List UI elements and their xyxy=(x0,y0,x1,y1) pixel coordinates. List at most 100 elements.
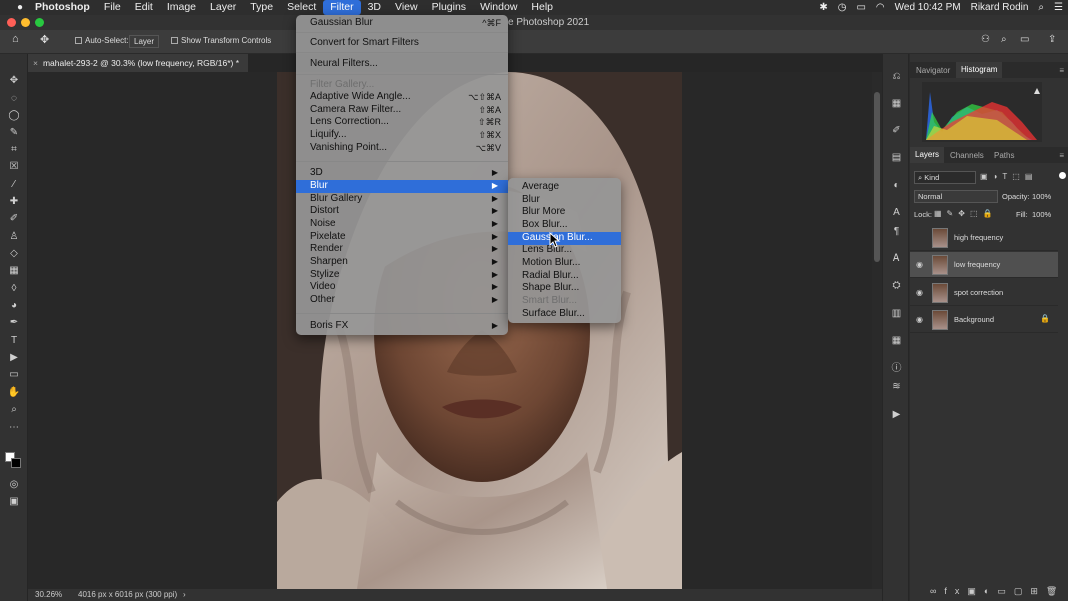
quick-mask-icon[interactable]: ◎ xyxy=(7,478,21,492)
hand-tool-icon[interactable]: ✋ xyxy=(7,386,21,400)
menu-item-surface-blur[interactable]: Surface Blur... xyxy=(508,308,621,321)
filter-toggle-icon[interactable] xyxy=(1059,172,1066,179)
clock-icon[interactable]: ◷ xyxy=(833,2,852,13)
home-icon[interactable]: ⌂ xyxy=(12,33,19,45)
menu-item-gaussian-blur[interactable]: Gaussian Blur... xyxy=(508,232,621,245)
glyphs-panel-icon[interactable]: Ꭺ xyxy=(890,252,903,265)
menu-item-radial-blur[interactable]: Radial Blur... xyxy=(508,270,621,283)
apple-icon[interactable]: ● xyxy=(13,2,27,13)
menu-item-blur-basic[interactable]: Blur xyxy=(508,194,621,207)
menu-window[interactable]: Window xyxy=(473,0,524,15)
eraser-tool-icon[interactable]: ◇ xyxy=(7,247,21,261)
menu-item-last-filter[interactable]: Gaussian Blur ^⌘F xyxy=(296,17,508,30)
opacity-value[interactable]: 100% xyxy=(1032,192,1051,201)
panel-menu-icon[interactable]: ≡ xyxy=(1059,66,1064,75)
search-icon[interactable]: ⌕ xyxy=(1001,34,1007,45)
fill-value[interactable]: 100% xyxy=(1032,210,1051,219)
tab-navigator[interactable]: Navigator xyxy=(916,66,950,75)
menu-item-neural-filters[interactable]: Neural Filters... xyxy=(296,58,508,71)
menu-item-video[interactable]: Video ▶ xyxy=(296,281,508,294)
zoom-tool-icon[interactable]: ⌕ xyxy=(7,403,21,417)
menu-image[interactable]: Image xyxy=(160,0,203,15)
info-panel-icon[interactable]: ⓘ xyxy=(890,362,903,375)
clock-text[interactable]: Wed 10:42 PM xyxy=(890,2,966,13)
layer-filter-icons[interactable]: ▣◑T⬚▤ xyxy=(980,172,1037,181)
tab-layers[interactable]: Layers xyxy=(910,147,945,163)
menu-item-motion-blur[interactable]: Motion Blur... xyxy=(508,257,621,270)
menu-plugins[interactable]: Plugins xyxy=(425,0,473,15)
path-select-icon[interactable]: ▶ xyxy=(7,351,21,365)
canvas-vertical-scrollbar[interactable] xyxy=(872,72,882,589)
menu-item-average[interactable]: Average xyxy=(508,181,621,194)
tab-histogram[interactable]: Histogram xyxy=(956,62,1003,78)
document-tab[interactable]: × mahalet-293-2 @ 30.3% (low frequency, R… xyxy=(28,54,248,72)
menu-item-boris-fx[interactable]: Boris FX ▶ xyxy=(296,320,508,333)
background-color-swatch[interactable] xyxy=(11,458,21,468)
move-tool-icon[interactable]: ✥ xyxy=(7,74,21,88)
menu-item-noise[interactable]: Noise ▶ xyxy=(296,218,508,231)
clone-stamp-icon[interactable]: ♙ xyxy=(7,230,21,244)
character-panel-icon[interactable]: A xyxy=(890,206,903,219)
menu-item-3d[interactable]: 3D ▶ xyxy=(296,167,508,180)
layer-row[interactable]: ◉ low frequency xyxy=(910,252,1058,278)
menu-item-convert-smart[interactable]: Convert for Smart Filters xyxy=(296,37,508,50)
healing-brush-icon[interactable]: ✚ xyxy=(7,195,21,209)
actions-play-icon[interactable]: ▶ xyxy=(890,408,903,421)
frame-tool-icon[interactable]: ☒ xyxy=(7,160,21,174)
status-chevron-icon[interactable]: › xyxy=(183,590,186,599)
dodge-tool-icon[interactable]: ◕ xyxy=(7,299,21,313)
screen-mode-icon[interactable]: ▣ xyxy=(7,495,21,509)
share-icon[interactable]: ⚇ xyxy=(981,34,990,45)
menu-file[interactable]: File xyxy=(97,0,128,15)
menu-item-camera-raw[interactable]: Camera Raw Filter... ⇧⌘A xyxy=(296,104,508,117)
visibility-eye-icon[interactable]: ◉ xyxy=(916,315,923,324)
properties-panel-icon[interactable]: ▥ xyxy=(890,307,903,320)
workspace-icon[interactable]: ▭ xyxy=(1020,34,1029,45)
show-transform-checkbox[interactable]: Show Transform Controls xyxy=(171,36,271,45)
blur-tool-icon[interactable]: ◊ xyxy=(7,282,21,296)
menu-item-lens-blur[interactable]: Lens Blur... xyxy=(508,244,621,257)
menu-3d[interactable]: 3D xyxy=(361,0,388,15)
menu-layer[interactable]: Layer xyxy=(203,0,243,15)
menu-item-stylize[interactable]: Stylize ▶ xyxy=(296,269,508,282)
layers-panel-menu-icon[interactable]: ≡ xyxy=(1059,151,1064,160)
layer-row[interactable]: ◉ Background 🔒 xyxy=(910,307,1058,333)
menu-type[interactable]: Type xyxy=(243,0,280,15)
tables-panel-icon[interactable]: ▦ xyxy=(890,334,903,347)
menu-item-adaptive-wide-angle[interactable]: Adaptive Wide Angle... ⌥⇧⌘A xyxy=(296,91,508,104)
blend-mode-dropdown[interactable]: Normal xyxy=(914,190,998,203)
gradient-tool-icon[interactable]: ▦ xyxy=(7,264,21,278)
menu-app[interactable]: Photoshop xyxy=(27,0,97,15)
menu-item-lens-correction[interactable]: Lens Correction... ⇧⌘R xyxy=(296,116,508,129)
search-icon[interactable]: ⌕ xyxy=(1033,2,1049,13)
tab-paths[interactable]: Paths xyxy=(994,151,1014,160)
menu-select[interactable]: Select xyxy=(280,0,323,15)
visibility-eye-icon[interactable]: ◉ xyxy=(916,260,923,269)
menu-item-blur-gallery[interactable]: Blur Gallery ▶ xyxy=(296,193,508,206)
menu-item-other[interactable]: Other ▶ xyxy=(296,294,508,307)
brush-tool-icon[interactable]: ✐ xyxy=(7,212,21,226)
crop-tool-icon[interactable]: ⌗ xyxy=(7,143,21,157)
auto-select-checkbox[interactable]: Auto-Select: xyxy=(75,36,129,45)
menu-edit[interactable]: Edit xyxy=(128,0,160,15)
zoom-level[interactable]: 30.26% xyxy=(35,590,62,599)
menu-item-render[interactable]: Render ▶ xyxy=(296,243,508,256)
document-info[interactable]: 4016 px x 6016 px (300 ppi) xyxy=(78,590,177,599)
marquee-tool-icon[interactable]: ◌ xyxy=(7,92,21,106)
menu-filter[interactable]: Filter xyxy=(323,0,361,15)
user-name[interactable]: Rikard Rodin xyxy=(966,2,1034,13)
minimize-window-icon[interactable] xyxy=(21,18,30,27)
close-tab-icon[interactable]: × xyxy=(33,58,38,68)
bluetooth-icon[interactable]: ✱ xyxy=(814,2,832,13)
tab-channels[interactable]: Channels xyxy=(950,151,984,160)
share-document-icon[interactable]: ⇪ xyxy=(1048,34,1056,45)
menu-help[interactable]: Help xyxy=(524,0,560,15)
menu-view[interactable]: View xyxy=(388,0,425,15)
menu-item-liquify[interactable]: Liquify... ⇧⌘X xyxy=(296,129,508,142)
history-panel-icon[interactable]: ⎌ xyxy=(890,70,903,83)
menu-item-blur-more[interactable]: Blur More xyxy=(508,206,621,219)
layer-row[interactable]: ◉ spot correction xyxy=(910,280,1058,306)
libraries-panel-icon[interactable]: ▤ xyxy=(890,151,903,164)
layer-row[interactable]: high frequency xyxy=(910,225,1058,251)
lock-options-icons[interactable]: ▦✎✥⬚🔒 xyxy=(934,209,997,218)
